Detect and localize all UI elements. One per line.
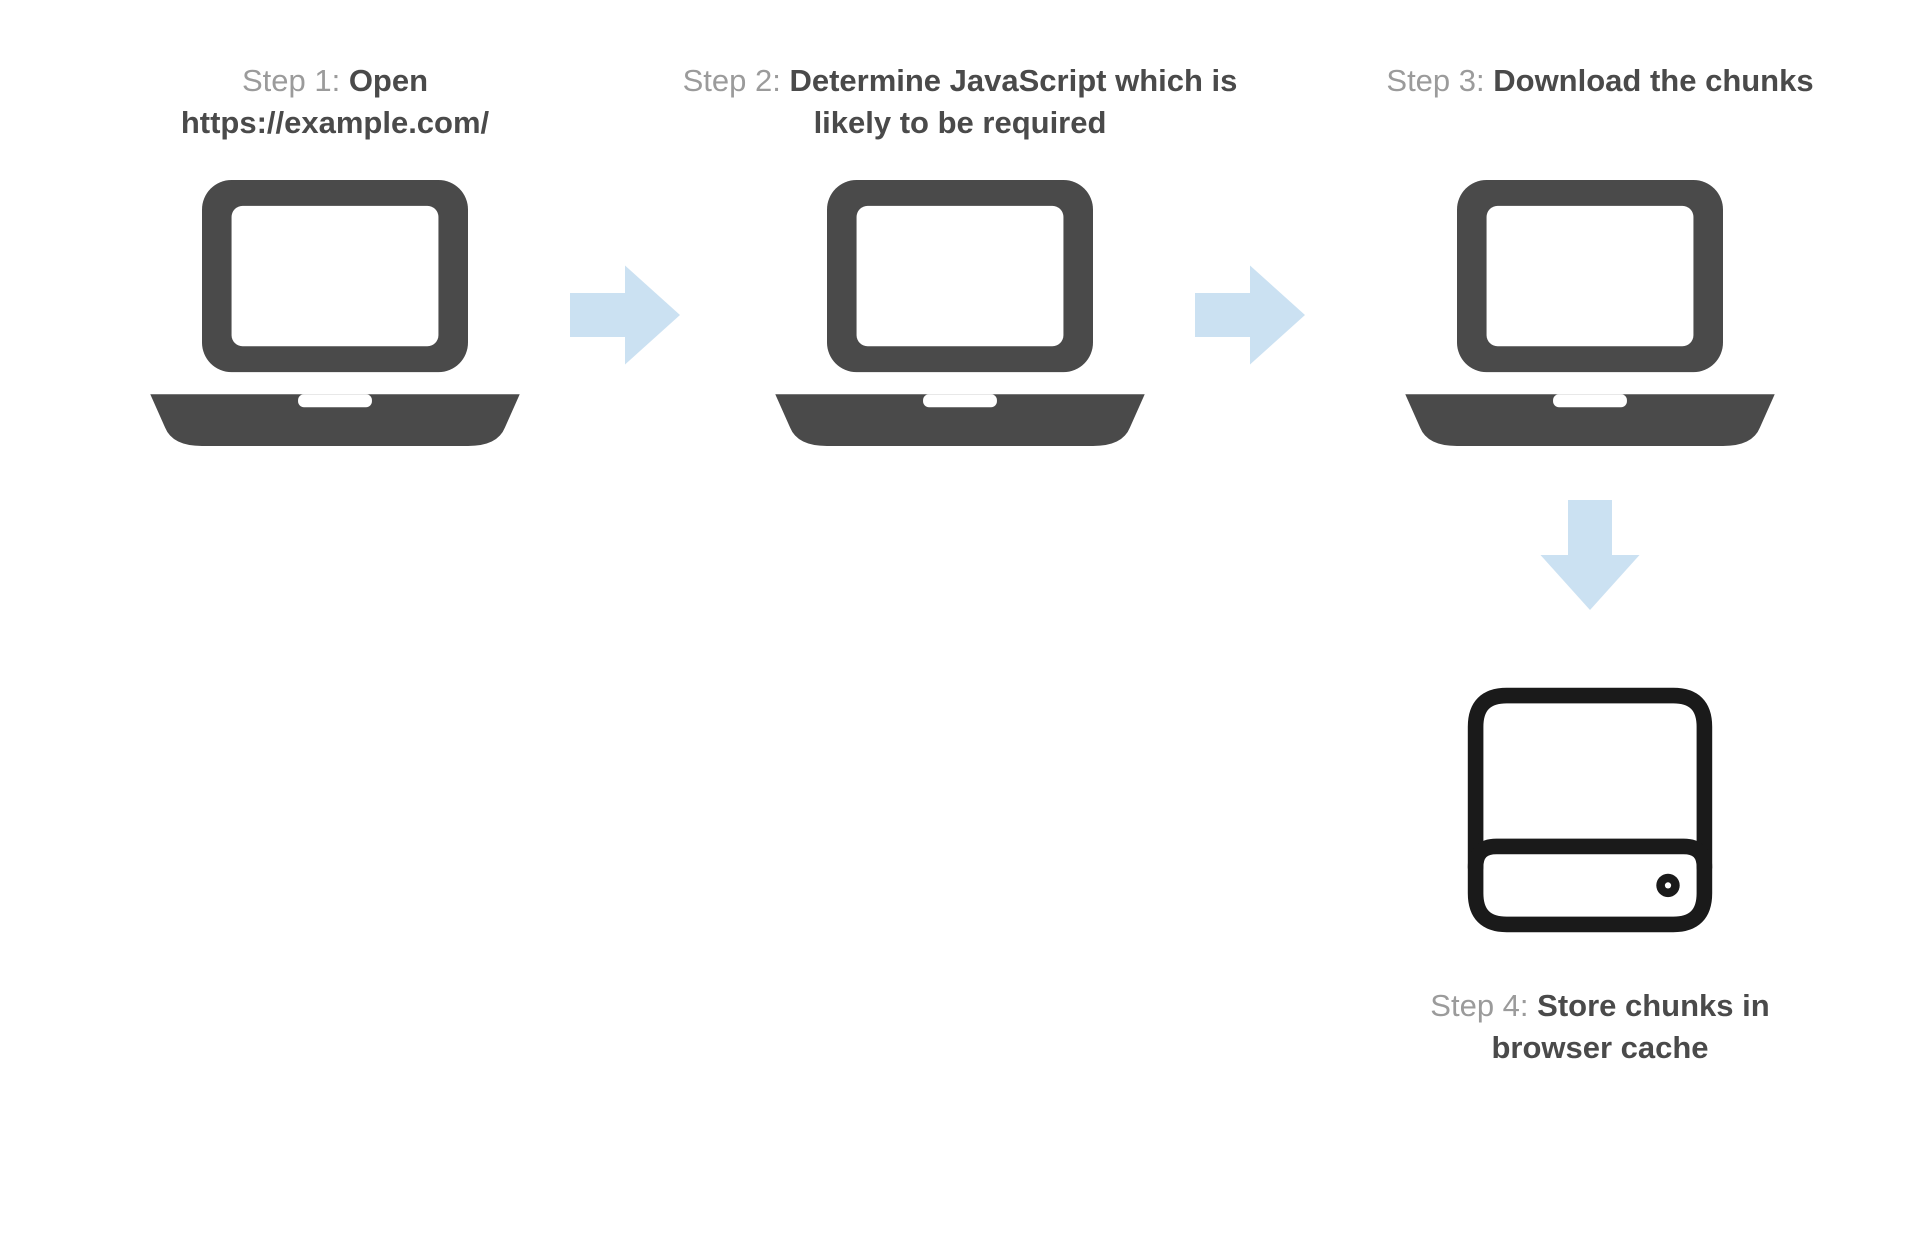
step-3-caption: Step 3: Download the chunks: [1380, 60, 1820, 102]
step-3-bold: Download the chunks: [1493, 63, 1813, 98]
laptop-icon: [150, 180, 520, 446]
step-4-caption: Step 4: Store chunks in browser cache: [1380, 985, 1820, 1069]
laptop-icon: [1405, 180, 1775, 446]
arrow-down-icon: [1535, 500, 1645, 610]
step-4-prefix: Step 4:: [1430, 988, 1537, 1023]
arrow-right-icon: [570, 260, 680, 370]
diagram-canvas: Step 1: Open https://example.com/ Step 2…: [0, 0, 1916, 1238]
laptop-icon: [775, 180, 1145, 446]
step-3-prefix: Step 3:: [1386, 63, 1493, 98]
step-2-bold: Determine JavaScript which is likely to …: [789, 63, 1237, 140]
step-2-prefix: Step 2:: [683, 63, 790, 98]
hard-drive-icon: [1460, 680, 1720, 940]
step-2-caption: Step 2: Determine JavaScript which is li…: [680, 60, 1240, 144]
step-1-prefix: Step 1:: [242, 63, 349, 98]
arrow-right-icon: [1195, 260, 1305, 370]
step-1-caption: Step 1: Open https://example.com/: [100, 60, 570, 144]
